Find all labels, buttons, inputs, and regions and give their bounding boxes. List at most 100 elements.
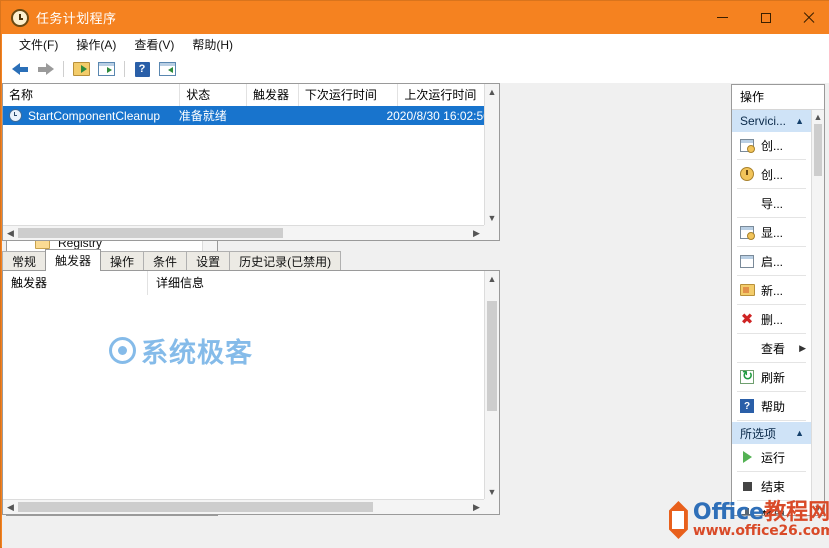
actions-list: Servici... ▲ 创... 创... 导... 显... 启... 新... ✖ 删...… <box>732 110 811 515</box>
tasklist-scroll-left-icon[interactable]: ◀ <box>3 226 18 241</box>
action-item-label: 禁用 <box>761 507 785 516</box>
cell-status: 准备就绪 <box>178 109 227 123</box>
action-separator <box>737 275 806 276</box>
delete-folder-icon: ✖ <box>740 310 754 328</box>
help-icon: ? <box>134 61 150 77</box>
refresh-icon <box>738 368 756 384</box>
table-row[interactable]: StartComponentCleanup 准备就绪 2020/8/30 16:… <box>3 106 484 125</box>
action-separator <box>737 471 806 472</box>
action-item[interactable]: ✖ 删... <box>732 306 811 332</box>
action-item-label: 创... <box>761 138 784 153</box>
action-item[interactable]: 禁用 <box>732 502 811 515</box>
collapse-caret-icon[interactable]: ▲ <box>795 428 804 438</box>
tasklist-scroll-up-icon[interactable]: ▲ <box>485 84 499 99</box>
actions-section-servicing[interactable]: Servici... ▲ <box>732 110 811 132</box>
column-header-status[interactable]: 状态 <box>180 84 247 106</box>
end-icon <box>738 481 756 491</box>
trigger-detail-pane: 触发器 详细信息 ▲ ▼ ◀ ▶ <box>2 270 500 515</box>
action-item[interactable]: 启... <box>732 248 811 274</box>
forward-button[interactable] <box>33 58 57 80</box>
task-clock-icon <box>9 109 22 122</box>
back-button[interactable] <box>8 58 32 80</box>
action-item[interactable]: 查看 ▶ <box>732 335 811 361</box>
menu-file[interactable]: 文件(F) <box>10 34 67 55</box>
action-item[interactable]: 创... <box>732 161 811 187</box>
action-item-label: 导... <box>761 196 784 211</box>
column-header-trigger[interactable]: 触发器 <box>3 271 148 295</box>
action-item[interactable]: ? 帮助 <box>732 393 811 419</box>
action-separator <box>737 333 806 334</box>
action-separator <box>737 500 806 501</box>
detail-vertical-scrollbar[interactable]: ▲ ▼ <box>484 271 499 499</box>
actions-scroll-down-icon[interactable]: ▼ <box>812 501 824 515</box>
tab-4[interactable]: 设置 <box>186 251 231 271</box>
column-header-name[interactable]: 名称 <box>3 84 181 106</box>
menu-help[interactable]: 帮助(H) <box>183 34 242 55</box>
toolbar-separator-2 <box>124 61 125 77</box>
tasklist-scroll-down-icon[interactable]: ▼ <box>485 210 499 225</box>
action-pane-icon <box>158 62 176 76</box>
tasklist-hscroll-thumb[interactable] <box>18 228 283 238</box>
action-separator <box>737 420 806 421</box>
action-item[interactable]: 创... <box>732 132 811 158</box>
console-tree-button[interactable] <box>94 58 118 80</box>
action-item[interactable]: 刷新 <box>732 364 811 390</box>
menu-action[interactable]: 操作(A) <box>67 34 125 55</box>
task-list-horizontal-scrollbar[interactable]: ◀ ▶ <box>3 225 484 240</box>
up-folder-button[interactable] <box>69 58 93 80</box>
task-scheduler-window: 任务计划程序 文件(F) 操作(A) 查看(V) 帮助(H) ? › <box>0 0 829 548</box>
action-separator <box>737 188 806 189</box>
console-tree-icon <box>97 62 115 76</box>
cell-last-run: 2020/8/30 16:02:50 <box>386 108 484 123</box>
run-icon <box>738 451 756 463</box>
detail-scroll-up-icon[interactable]: ▲ <box>485 271 499 286</box>
action-item[interactable]: 新... <box>732 277 811 303</box>
actions-section-selected-item[interactable]: 所选项 ▲ <box>732 422 811 444</box>
back-arrow-icon <box>11 62 29 76</box>
content-area: ›PLAPlug and PlayPower EfficiencyPrintin… <box>2 83 829 520</box>
action-item[interactable]: 显... <box>732 219 811 245</box>
forward-arrow-icon <box>37 62 54 76</box>
detail-horizontal-scrollbar[interactable]: ◀ ▶ <box>3 499 484 514</box>
submenu-arrow-icon: ▶ <box>799 342 806 353</box>
detail-scroll-down-icon[interactable]: ▼ <box>485 484 499 499</box>
column-header-triggers[interactable]: 触发器 <box>247 84 299 106</box>
actions-vertical-scrollbar[interactable]: ▲ ▼ <box>811 110 824 515</box>
tab-2[interactable]: 操作 <box>100 251 145 271</box>
detail-scroll-corner <box>484 499 499 514</box>
tab-0[interactable]: 常规 <box>2 251 47 271</box>
column-header-details[interactable]: 详细信息 <box>148 271 484 295</box>
tab-1[interactable]: 触发器 <box>45 249 102 271</box>
detail-scroll-left-icon[interactable]: ◀ <box>3 500 18 515</box>
tasklist-scroll-right-icon[interactable]: ▶ <box>469 226 484 241</box>
detail-hscroll-thumb[interactable] <box>18 502 373 512</box>
app-clock-icon <box>11 8 29 27</box>
window-title: 任务计划程序 <box>36 11 117 26</box>
help-button[interactable]: ? <box>130 58 154 80</box>
actions-scroll-thumb[interactable] <box>814 124 822 176</box>
minimize-icon <box>717 16 728 19</box>
action-item-label: 删... <box>761 312 784 327</box>
action-item-label: 新... <box>761 283 784 298</box>
collapse-caret-icon[interactable]: ▲ <box>795 116 804 126</box>
create-task-icon <box>738 167 756 181</box>
action-item[interactable]: 结束 <box>732 473 811 499</box>
actions-scroll-up-icon[interactable]: ▲ <box>812 110 824 124</box>
menu-bar: 文件(F) 操作(A) 查看(V) 帮助(H) <box>2 34 829 55</box>
action-pane-button[interactable] <box>155 58 179 80</box>
task-list-vertical-scrollbar[interactable]: ▲ ▼ <box>484 84 499 225</box>
action-item-label: 刷新 <box>761 370 786 385</box>
disable-icon <box>738 508 756 515</box>
menu-view[interactable]: 查看(V) <box>125 34 183 55</box>
minimize-button[interactable] <box>701 1 744 34</box>
action-item[interactable]: 运行 <box>732 444 811 470</box>
action-item[interactable]: 导... <box>732 190 811 216</box>
close-button[interactable] <box>787 1 829 34</box>
detail-scroll-thumb[interactable] <box>487 301 497 411</box>
column-header-next-run[interactable]: 下次运行时间 <box>299 84 399 106</box>
maximize-button[interactable] <box>744 1 787 34</box>
tab-5[interactable]: 历史记录(已禁用) <box>229 251 342 271</box>
tab-3[interactable]: 条件 <box>143 251 188 271</box>
enable-task-history-icon <box>738 254 756 268</box>
detail-scroll-right-icon[interactable]: ▶ <box>469 500 484 515</box>
